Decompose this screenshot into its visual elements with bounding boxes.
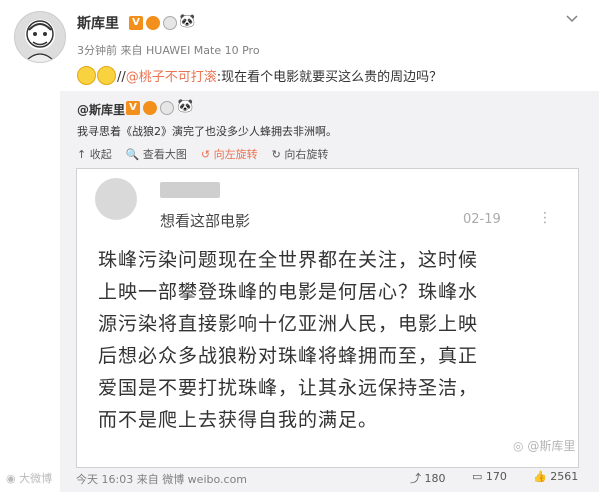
laugh-cry-emoji-icon <box>97 66 116 85</box>
chevron-down-icon[interactable] <box>566 12 578 26</box>
weibo-logo-icon: ◎ <box>513 439 524 453</box>
text-prefix: // <box>117 70 126 85</box>
member-level-icon[interactable] <box>143 101 157 115</box>
body-line: 源污染将直接影响十亿亚洲人民，电影上映 <box>98 313 479 335</box>
panda-icon[interactable]: 🐼 <box>179 14 195 29</box>
arrow-up-icon: ↑ <box>77 148 87 161</box>
body-line: 上映一部攀登珠峰的电影是何居心？珠峰水 <box>98 281 479 303</box>
blurred-avatar <box>95 178 137 220</box>
comment-button[interactable]: ▭ 170 <box>472 470 507 483</box>
more-dots-icon: ⋮ <box>538 210 552 226</box>
panda-icon[interactable]: 🐼 <box>177 99 193 114</box>
medal-icon[interactable] <box>163 16 177 30</box>
repost-icon: ⤴ <box>410 472 421 485</box>
body-line: 爱国是不要打扰珠峰，让其永远保持圣洁， <box>98 377 479 399</box>
collapse-button[interactable]: ↑ 收起 <box>77 148 112 161</box>
mention-link[interactable]: @桃子不可打滚 <box>126 70 217 85</box>
medal-icon[interactable] <box>160 101 174 115</box>
comment-count: 170 <box>485 470 507 483</box>
repost-author-name[interactable]: @斯库里 <box>77 103 125 117</box>
repost-author[interactable]: @斯库里 <box>77 101 125 118</box>
zoom-icon: 🔍 <box>125 148 140 161</box>
rotate-right-button[interactable]: ↻ 向右旋转 <box>272 148 329 161</box>
vip-badge-icon[interactable]: V <box>126 101 140 115</box>
view-large-label: 查看大图 <box>142 148 187 161</box>
post-meta: 3分钟前 来自 HUAWEI Mate 10 Pro <box>77 44 260 57</box>
bottom-watermark-text: 大微博 <box>19 472 53 485</box>
rotate-left-label: 向左旋转 <box>213 148 258 161</box>
comment-icon: ▭ <box>472 470 483 483</box>
repost-button[interactable]: ⤴ 180 <box>410 470 446 486</box>
member-level-icon[interactable] <box>146 16 160 30</box>
image-date: 02-19 <box>463 212 501 227</box>
body-line: 而不是爬上去获得自我的满足。 <box>98 409 379 431</box>
image-actions: ↑ 收起 🔍 查看大图 ↺ 向左旋转 ↻ 向右旋转 <box>77 146 342 162</box>
view-large-button[interactable]: 🔍 查看大图 <box>126 148 187 161</box>
laugh-cry-emoji-icon <box>77 66 96 85</box>
rotate-right-icon: ↻ <box>271 148 281 161</box>
watermark-text: @斯库里 <box>527 439 576 453</box>
image-watermark: ◎ @斯库里 <box>513 437 575 454</box>
blurred-username <box>160 182 220 198</box>
avatar[interactable] <box>14 11 66 63</box>
repost-text: 我寻思着《战狼2》演完了也没多少人蜂拥去非洲啊。 <box>77 125 337 138</box>
thumbs-up-icon: 👍 <box>533 470 547 483</box>
rotate-right-label: 向右旋转 <box>284 148 329 161</box>
like-count: 2561 <box>550 470 579 483</box>
image-subtitle: 想看这部电影 <box>160 212 251 230</box>
username[interactable]: 斯库里 <box>77 13 119 33</box>
image-body-text: 珠峰污染问题现在全世界都在关注，这时候 上映一部攀登珠峰的电影是何居心？珠峰水 … <box>98 244 568 436</box>
body-line: 后想必众多战狼粉对珠峰将蜂拥而至，真正 <box>98 345 479 367</box>
body-line: 珠峰污染问题现在全世界都在关注，这时候 <box>98 249 479 271</box>
collapse-label: 收起 <box>89 148 112 161</box>
vip-badge-icon[interactable]: V <box>129 16 143 30</box>
bottom-watermark: ◉ 大微博 <box>6 470 52 486</box>
text-suffix: :现在看个电影就要买这么贵的周边吗？ <box>216 70 443 85</box>
like-button[interactable]: 👍 2561 <box>533 470 578 483</box>
weibo-logo-icon: ◉ <box>6 472 16 485</box>
post-text: //@桃子不可打滚:现在看个电影就要买这么贵的周边吗？ <box>77 66 442 85</box>
post-source: 今天 16:03 来自 微博 weibo.com <box>76 473 248 486</box>
rotate-left-button[interactable]: ↺ 向左旋转 <box>201 148 258 161</box>
rotate-left-icon: ↺ <box>200 148 211 161</box>
repost-count: 180 <box>424 472 446 485</box>
